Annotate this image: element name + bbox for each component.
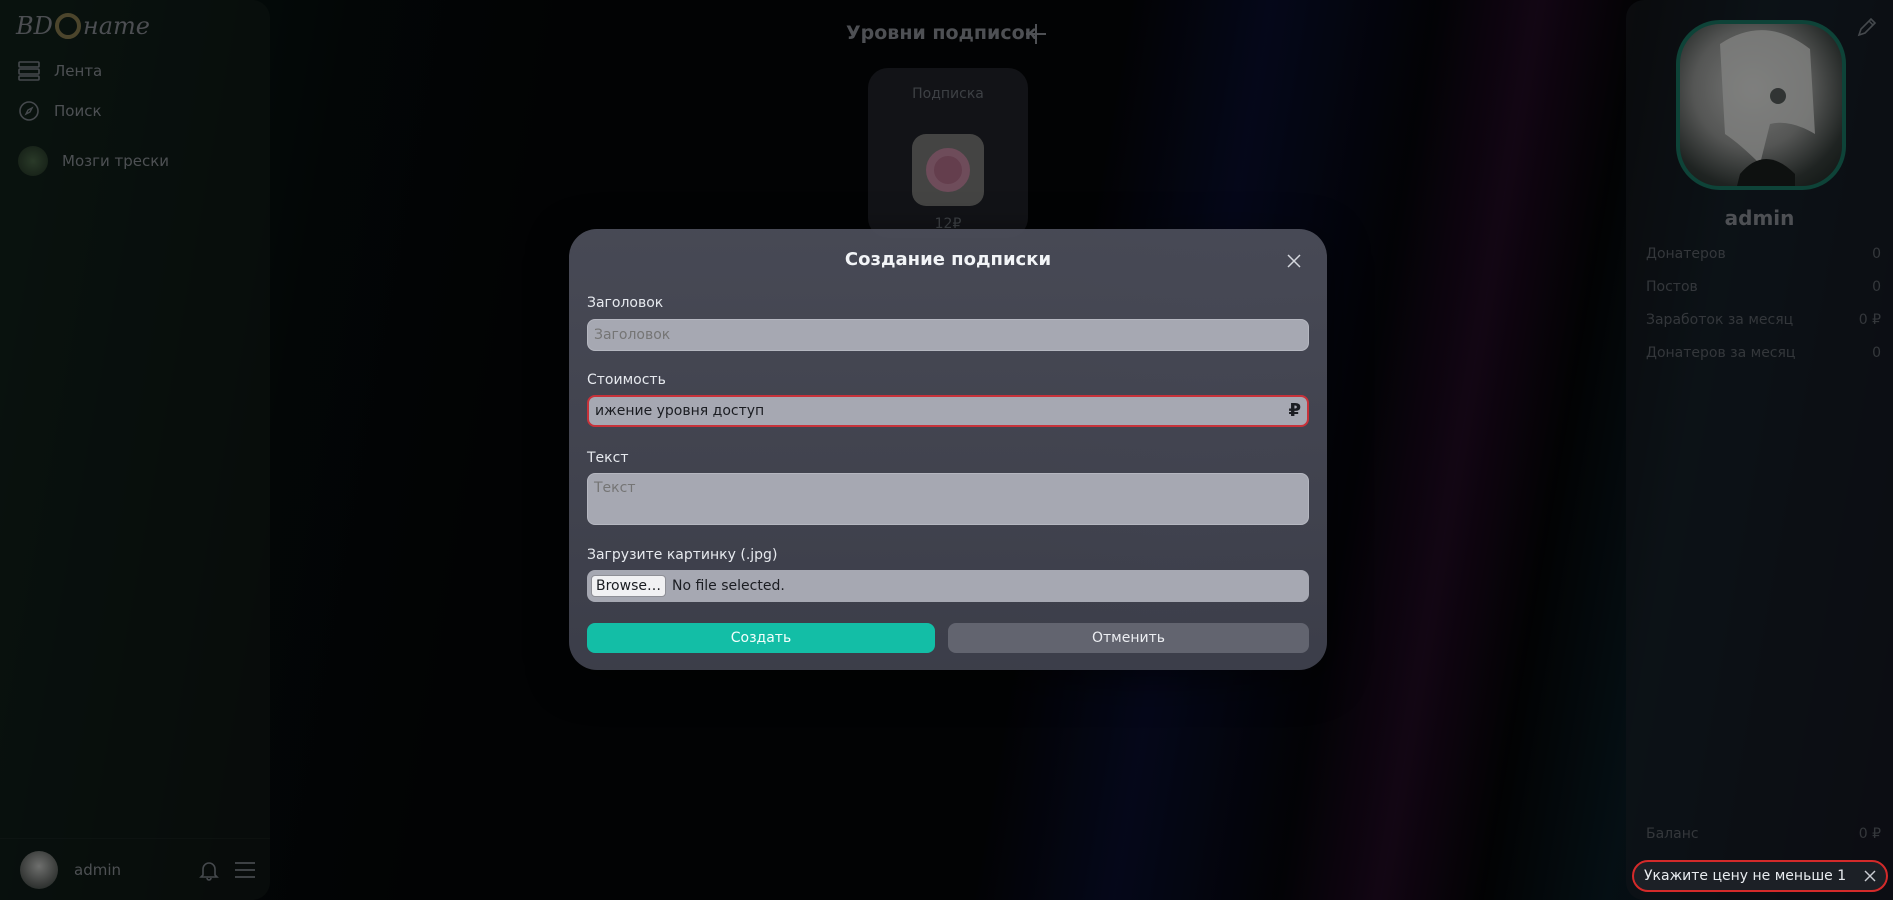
title-field-label: Заголовок [587, 295, 664, 311]
price-field-label: Стоимость [587, 372, 666, 388]
modal-title: Создание подписки [844, 249, 1052, 270]
close-icon[interactable] [1287, 253, 1301, 272]
browse-button[interactable]: Browse… [591, 575, 666, 597]
price-input[interactable] [587, 395, 1309, 427]
file-upload-field[interactable]: Browse… No file selected. [587, 570, 1309, 602]
price-field-wrapper: ₽ [569, 395, 1327, 429]
create-subscription-modal: Создание подписки Заголовок Стоимость ₽ … [569, 229, 1327, 670]
create-button[interactable]: Создать [587, 623, 935, 653]
text-textarea[interactable] [587, 473, 1309, 525]
error-toast: Укажите цену не меньше 1 [1632, 860, 1888, 892]
title-input[interactable] [587, 319, 1309, 351]
ruble-icon: ₽ [1288, 400, 1301, 421]
toast-message: Укажите цену не меньше 1 [1644, 868, 1847, 884]
image-field-label: Загрузите картинку (.jpg) [587, 547, 778, 563]
cancel-button[interactable]: Отменить [948, 623, 1309, 653]
text-field-label: Текст [587, 450, 629, 466]
close-icon[interactable] [1864, 870, 1876, 882]
file-status: No file selected. [671, 578, 785, 594]
